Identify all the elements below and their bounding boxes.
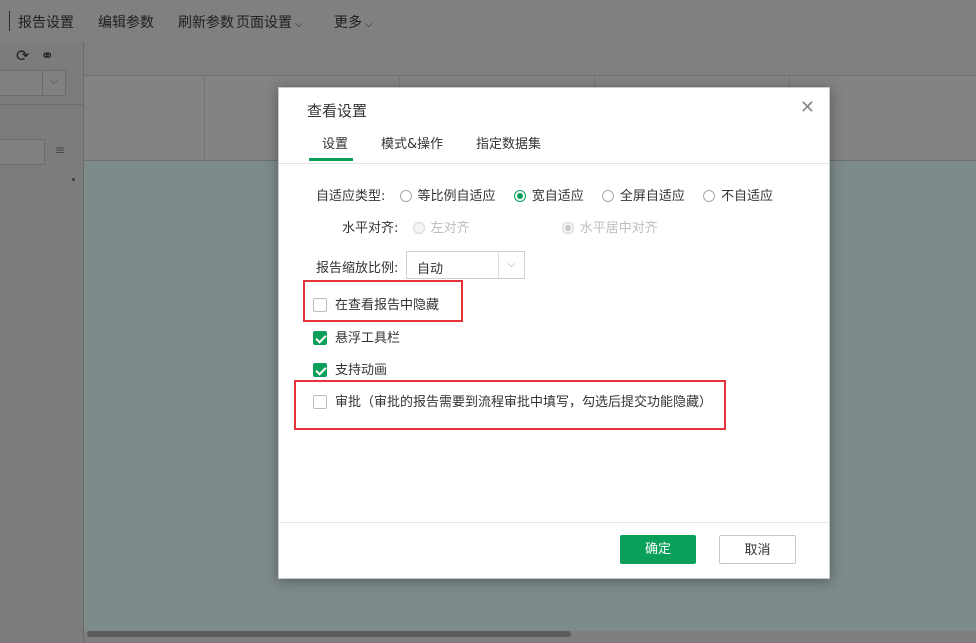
tab-settings-label: 设置 — [322, 137, 349, 152]
chevron-down-icon: ⌵ — [42, 71, 65, 95]
radio-proportional-label: 等比例自适应 — [417, 189, 496, 204]
dot-indicator — [72, 178, 75, 181]
menu-page-settings-label: 页面设置 — [236, 15, 292, 31]
menu-page-settings[interactable]: 页面设置 ⌵ — [236, 12, 303, 32]
cancel-button[interactable]: 取消 — [719, 535, 796, 564]
menu-more-label: 更多 — [334, 15, 362, 31]
highlight-box-approval — [294, 380, 726, 430]
radio-proportional[interactable]: 等比例自适应 — [399, 185, 496, 204]
radio-align-center-label: 水平居中对齐 — [579, 221, 658, 236]
radio-align-left-label: 左对齐 — [430, 221, 470, 236]
menu-report-settings[interactable]: 报告设置 — [18, 12, 74, 32]
radio-fullscreen-label: 全屏自适应 — [619, 189, 685, 204]
menu-more[interactable]: 更多 ⌵ — [334, 12, 373, 32]
dialog-title: 查看设置 — [307, 102, 368, 120]
zoom-label: 报告缩放比例: — [316, 261, 399, 276]
radio-circle-disabled-selected — [561, 222, 574, 234]
footer-divider — [279, 522, 829, 523]
link-icon[interactable]: ⚭ — [41, 46, 54, 65]
tab-dataset[interactable]: 指定数据集 — [476, 133, 541, 152]
checkbox-support-animation-label: 支持动画 — [335, 363, 388, 378]
top-toolbar: 报告设置 编辑参数 刷新参数 页面设置 ⌵ 更多 ⌵ — [0, 0, 976, 43]
ok-button[interactable]: 确定 — [620, 535, 696, 564]
zoom-select-value: 自动 — [417, 262, 444, 277]
radio-width-fit-label: 宽自适应 — [531, 189, 584, 204]
radio-circle-selected — [513, 190, 526, 202]
list-icon[interactable]: ≡ — [55, 143, 65, 157]
zoom-select[interactable]: 自动 ⌵ — [406, 251, 525, 279]
chevron-down-icon: ⌵ — [498, 252, 524, 278]
close-icon[interactable]: ✕ — [800, 97, 815, 118]
radio-width-fit[interactable]: 宽自适应 — [513, 185, 584, 204]
radio-align-left: 左对齐 — [412, 217, 470, 236]
menu-edit-params[interactable]: 编辑参数 — [98, 12, 154, 32]
horizontal-align-row: 水平对齐: 左对齐 水平居中对齐 — [342, 217, 672, 236]
checkbox-floating-toolbar[interactable]: 悬浮工具栏 — [313, 327, 400, 346]
active-tab-indicator — [309, 158, 353, 161]
canvas-ruler — [84, 42, 976, 76]
menu-refresh-params[interactable]: 刷新参数 — [178, 12, 234, 32]
view-settings-dialog: 查看设置 ✕ 设置 模式&操作 指定数据集 自适应类型: 等比例自适应 宽自适应… — [278, 87, 830, 579]
checkbox-support-animation[interactable]: 支持动画 — [313, 359, 387, 378]
radio-circle — [399, 190, 412, 202]
tabs-divider — [279, 163, 829, 164]
checkbox-box-checked — [313, 363, 327, 377]
adaptive-type-row: 自适应类型: 等比例自适应 宽自适应 全屏自适应 不自适应 — [316, 185, 773, 204]
radio-fullscreen[interactable]: 全屏自适应 — [601, 185, 685, 204]
radio-circle-disabled — [412, 222, 425, 234]
checkbox-box-checked — [313, 331, 327, 345]
checkbox-floating-toolbar-label: 悬浮工具栏 — [335, 331, 401, 346]
toolbar-separator — [9, 11, 10, 31]
left-panel-select[interactable]: ⌵ — [0, 70, 66, 96]
left-panel-input[interactable] — [0, 139, 45, 165]
tab-settings[interactable]: 设置 — [309, 133, 353, 161]
highlight-box-hide — [303, 280, 463, 322]
refresh-icon[interactable]: ⟳ — [16, 46, 29, 65]
adaptive-type-label: 自适应类型: — [316, 189, 386, 204]
chevron-down-icon: ⌵ — [365, 19, 373, 30]
horizontal-scrollbar[interactable] — [87, 631, 571, 637]
radio-no-fit[interactable]: 不自适应 — [703, 185, 773, 204]
radio-circle — [703, 190, 715, 202]
left-panel: ⟳ ⚭ ⌵ ≡ — [0, 42, 84, 643]
horizontal-align-label: 水平对齐: — [342, 221, 399, 236]
radio-circle — [601, 190, 614, 202]
radio-align-center: 水平居中对齐 — [561, 217, 658, 236]
tab-mode-operation[interactable]: 模式&操作 — [381, 133, 443, 152]
chevron-down-icon: ⌵ — [295, 19, 303, 30]
left-panel-icons: ⟳ ⚭ — [16, 46, 54, 65]
radio-no-fit-label: 不自适应 — [721, 189, 774, 204]
